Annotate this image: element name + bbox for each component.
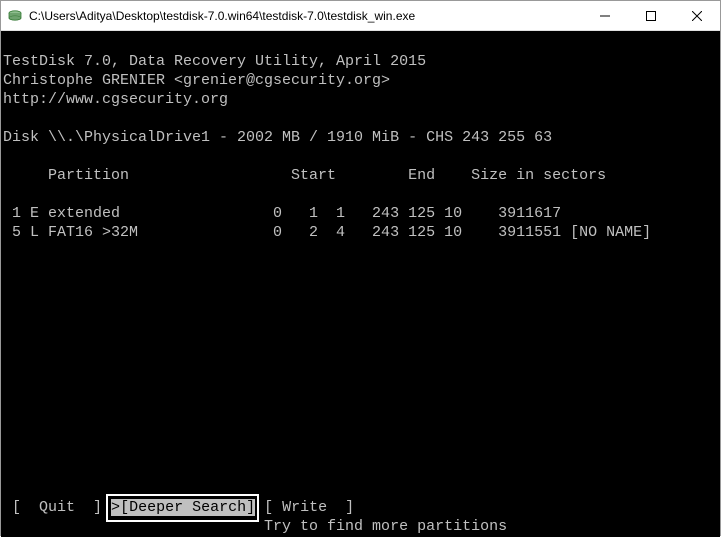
menu-row: [ Quit ] >[Deeper Search] [ Write ] [3,498,354,517]
window-titlebar: C:\Users\Aditya\Desktop\testdisk-7.0.win… [1,1,720,31]
partition-row[interactable]: 5 L FAT16 >32M 0 2 4 243 125 10 3911551 … [3,224,651,241]
maximize-button[interactable] [628,1,674,30]
header-line-2: Christophe GRENIER <grenier@cgsecurity.o… [3,72,390,89]
app-icon [7,8,23,24]
disk-info: Disk \\.\PhysicalDrive1 - 2002 MB / 1910… [3,129,552,146]
console-area: TestDisk 7.0, Data Recovery Utility, Apr… [1,31,720,537]
window-title: C:\Users\Aditya\Desktop\testdisk-7.0.win… [29,9,582,23]
header-line-1: TestDisk 7.0, Data Recovery Utility, Apr… [3,53,426,70]
window-controls [582,1,720,30]
menu-write[interactable]: [ Write ] [264,499,354,516]
header-line-3: http://www.cgsecurity.org [3,91,228,108]
partition-table-header: Partition Start End Size in sectors [3,167,606,184]
partition-row[interactable]: 1 E extended 0 1 1 243 125 10 3911617 [3,205,561,222]
minimize-button[interactable] [582,1,628,30]
close-button[interactable] [674,1,720,30]
menu-description: Try to find more partitions [3,517,721,536]
menu-deeper-search[interactable]: >[Deeper Search] [111,499,255,516]
menu-quit[interactable]: [ Quit ] [12,499,102,516]
